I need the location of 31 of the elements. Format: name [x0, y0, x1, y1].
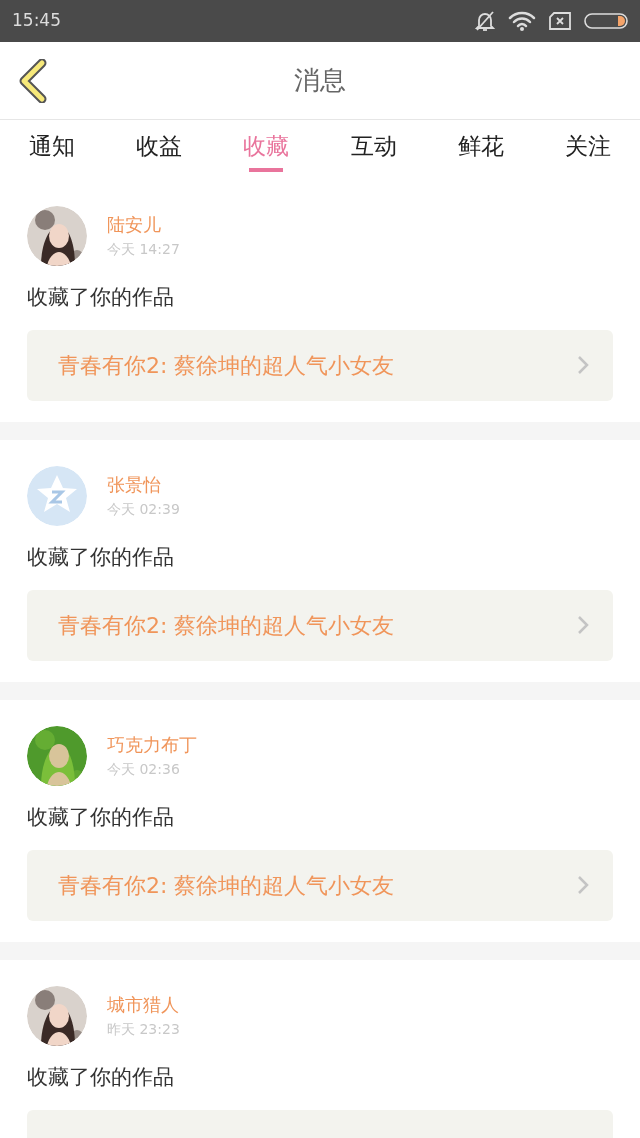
tab[interactable]: 收益: [121, 120, 198, 172]
page-title: 消息: [294, 64, 346, 97]
tab[interactable]: 互动: [335, 120, 412, 172]
bell-muted-icon: [474, 10, 496, 32]
tab[interactable]: 通知: [14, 120, 90, 172]
chevron-right-icon: [577, 875, 589, 895]
work-title: 青春有你2: 蔡徐坤的超人气小女友: [58, 611, 395, 640]
tab[interactable]: 鲜花: [442, 120, 519, 172]
work-title: 青春有你2: 蔡徐坤的超人气小女友: [58, 351, 395, 380]
work-link[interactable]: 青春有你2: 蔡徐坤的超人气小女友: [27, 329, 613, 401]
message-text: 收藏了你的作品: [27, 1064, 175, 1091]
work-link[interactable]: 青春有你2: 蔡徐坤的超人气小女友: [27, 849, 613, 921]
chevron-right-icon: [577, 615, 589, 635]
no-sim-icon: [548, 11, 572, 31]
tab-indicator: [249, 168, 284, 172]
user-name[interactable]: 张景怡: [107, 472, 180, 498]
work-link[interactable]: 青春有你2: 蔡徐坤的超人气小女友: [27, 589, 613, 661]
user-name[interactable]: 陆安儿: [107, 212, 180, 238]
tab[interactable]: 关注: [549, 120, 626, 172]
user-name[interactable]: 城市猎人: [107, 992, 180, 1018]
message-text: 收藏了你的作品: [27, 544, 175, 571]
user-name[interactable]: 巧克力布丁: [107, 732, 197, 758]
message-text: 收藏了你的作品: [27, 804, 175, 831]
wifi-icon: [508, 10, 536, 32]
message-text: 收藏了你的作品: [27, 284, 175, 311]
work-title: 青春有你2: 蔡徐坤的超人气小女友: [58, 871, 395, 900]
clock-time: 15:45: [12, 9, 61, 33]
default-avatar-icon: [27, 466, 87, 526]
chevron-right-icon: [577, 355, 589, 375]
tab[interactable]: 收藏: [228, 120, 305, 172]
battery-icon: [584, 12, 628, 30]
